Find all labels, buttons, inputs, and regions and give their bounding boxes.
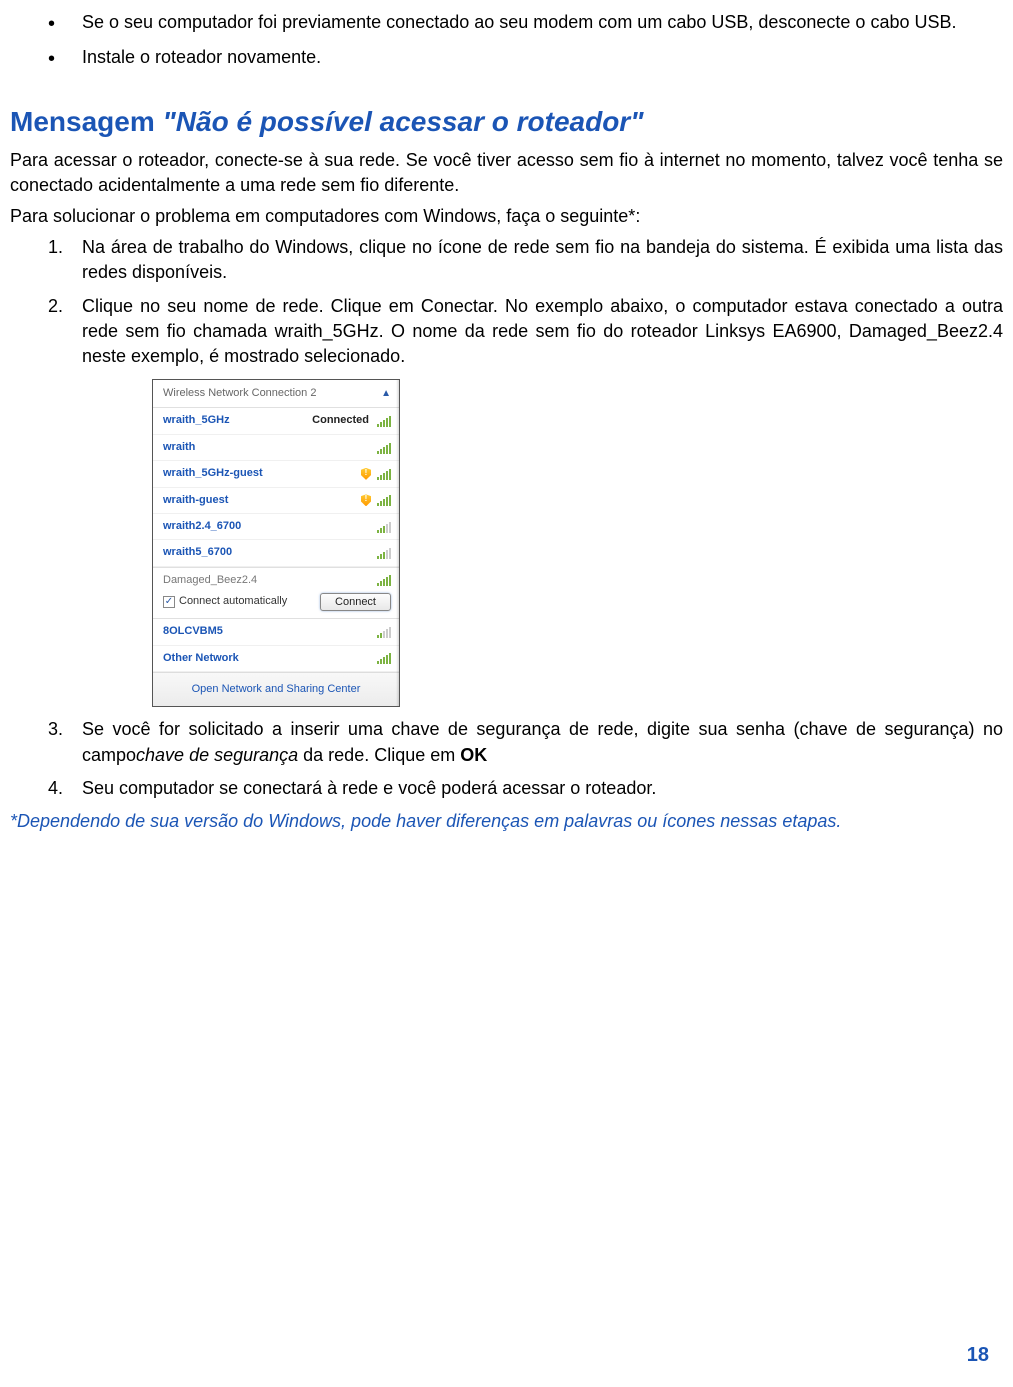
wifi-status-connected: Connected bbox=[312, 413, 369, 428]
paragraph: Para solucionar o problema em computador… bbox=[10, 204, 1003, 229]
step-item: Clique no seu nome de rede. Clique em Co… bbox=[48, 294, 1003, 708]
wifi-network-item[interactable]: Damaged_Beez2.4 bbox=[163, 570, 391, 593]
heading-italic: "Não é possível acessar o roteador" bbox=[163, 106, 644, 137]
network-sharing-center-link[interactable]: Open Network and Sharing Center bbox=[153, 672, 399, 706]
wifi-network-item[interactable]: Other Network bbox=[153, 646, 399, 672]
signal-strength-icon bbox=[377, 626, 391, 638]
chevron-up-icon: ▲ bbox=[381, 387, 391, 401]
step-item: Se você for solicitado a inserir uma cha… bbox=[48, 717, 1003, 767]
wifi-popup-header[interactable]: Wireless Network Connection 2 ▲ bbox=[153, 380, 399, 408]
wifi-network-list: 8OLCVBM5 Other Network bbox=[153, 619, 399, 672]
steps-list: Na área de trabalho do Windows, clique n… bbox=[10, 235, 1003, 801]
step-item: Na área de trabalho do Windows, clique n… bbox=[48, 235, 1003, 285]
signal-strength-icon bbox=[377, 574, 391, 586]
wifi-network-name: wraith_5GHz bbox=[163, 413, 308, 428]
wifi-network-name: wraith-guest bbox=[163, 493, 357, 508]
wifi-network-list: wraith_5GHz Connected wraith wraith_5GHz… bbox=[153, 408, 399, 566]
wifi-network-name: Damaged_Beez2.4 bbox=[163, 573, 377, 588]
wifi-network-item[interactable]: 8OLCVBM5 bbox=[153, 619, 399, 645]
signal-strength-icon bbox=[377, 521, 391, 533]
signal-strength-icon bbox=[377, 547, 391, 559]
signal-strength-icon bbox=[377, 652, 391, 664]
intro-bullet-list: Se o seu computador foi previamente cone… bbox=[10, 10, 1003, 70]
shield-warning-icon bbox=[361, 494, 371, 506]
step-text: da rede. Clique em bbox=[298, 745, 460, 765]
paragraph: Para acessar o roteador, conecte-se à su… bbox=[10, 148, 1003, 198]
step-text-italic: chave de segurança bbox=[136, 745, 298, 765]
section-heading: Mensagem "Não é possível acessar o rotea… bbox=[10, 102, 1003, 141]
signal-strength-icon bbox=[377, 468, 391, 480]
wifi-network-item[interactable]: wraith_5GHz-guest bbox=[153, 461, 399, 487]
connect-button[interactable]: Connect bbox=[320, 593, 391, 611]
footnote: *Dependendo de sua versão do Windows, po… bbox=[10, 809, 1003, 834]
signal-strength-icon bbox=[377, 442, 391, 454]
signal-strength-icon bbox=[377, 494, 391, 506]
wifi-network-item[interactable]: wraith5_6700 bbox=[153, 540, 399, 566]
wifi-network-name: wraith_5GHz-guest bbox=[163, 466, 357, 481]
step-text: Clique no seu nome de rede. Clique em Co… bbox=[82, 296, 1003, 366]
wifi-network-name: wraith2.4_6700 bbox=[163, 519, 373, 534]
wifi-selected-block: Damaged_Beez2.4 ✓ Connect automatically … bbox=[153, 567, 399, 619]
wifi-network-item[interactable]: wraith_5GHz Connected bbox=[153, 408, 399, 434]
step-item: Seu computador se conectará à rede e voc… bbox=[48, 776, 1003, 801]
wifi-network-name: wraith5_6700 bbox=[163, 545, 373, 560]
intro-bullet: Instale o roteador novamente. bbox=[48, 45, 1003, 70]
wifi-networks-popup: Wireless Network Connection 2 ▲ wraith_5… bbox=[152, 379, 400, 707]
page-number: 18 bbox=[967, 1341, 989, 1369]
shield-warning-icon bbox=[361, 468, 371, 480]
wifi-network-item[interactable]: wraith bbox=[153, 435, 399, 461]
signal-strength-icon bbox=[377, 415, 391, 427]
step-text-bold: OK bbox=[460, 745, 487, 765]
wifi-network-item[interactable]: wraith-guest bbox=[153, 488, 399, 514]
wifi-network-name: wraith bbox=[163, 440, 373, 455]
scrollbar-shadow bbox=[396, 380, 399, 706]
heading-plain: Mensagem bbox=[10, 106, 163, 137]
wifi-network-item[interactable]: wraith2.4_6700 bbox=[153, 514, 399, 540]
wifi-header-label: Wireless Network Connection 2 bbox=[163, 386, 316, 401]
wifi-network-name: Other Network bbox=[163, 651, 373, 666]
wifi-network-name: 8OLCVBM5 bbox=[163, 624, 373, 639]
connect-automatically-checkbox[interactable]: ✓ bbox=[163, 596, 175, 608]
intro-bullet: Se o seu computador foi previamente cone… bbox=[48, 10, 1003, 35]
connect-automatically-label: Connect automatically bbox=[179, 594, 316, 609]
